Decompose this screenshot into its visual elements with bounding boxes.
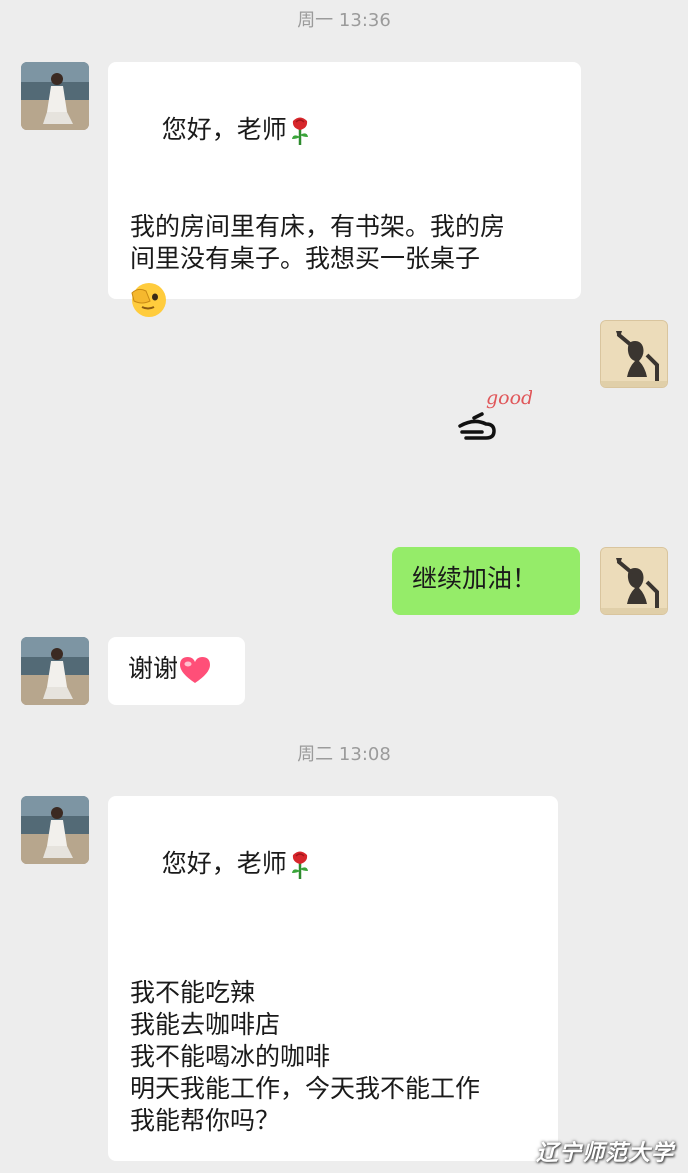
message-1-line-4: 间里没有桌子。我想买一张桌子 — [130, 244, 481, 273]
message-5-line-4: 我能去咖啡店 — [130, 1010, 281, 1039]
message-1-line-3: 我的房间里有床，有书架。我的房 — [130, 212, 506, 241]
rose-icon — [291, 117, 308, 145]
timestamp-tuesday: 周二 13:08 — [297, 744, 391, 765]
teacher-silhouette-icon — [601, 321, 667, 387]
student-photo-icon — [21, 637, 89, 705]
teacher-avatar[interactable] — [600, 320, 668, 388]
message-4-text: 谢谢 — [128, 654, 179, 683]
student-photo-icon — [21, 796, 89, 864]
timestamp-monday: 周一 13:36 — [297, 10, 391, 31]
message-3-text: 继续加油！ — [412, 564, 538, 593]
cover-eye-emoji-icon — [131, 283, 166, 317]
message-bubble-3[interactable]: 继续加油！ — [392, 547, 580, 615]
message-bubble-1[interactable]: 您好，老师 我的房间里有床，有书架。我的房 间里没有桌子。我想买一张桌子 — [108, 62, 581, 317]
message-5-line-7: 我能帮你吗？ — [130, 1106, 281, 1135]
student-photo-icon — [21, 62, 89, 130]
student-avatar[interactable] — [21, 796, 89, 864]
student-avatar[interactable] — [21, 637, 89, 705]
heart-icon — [180, 657, 211, 683]
message-5-line-3: 我不能吃辣 — [130, 978, 256, 1007]
rose-icon — [291, 851, 308, 879]
good-sticker[interactable]: good — [452, 384, 533, 448]
sticker-good-text: good — [486, 387, 532, 409]
message-5-line-6: 明天我能工作，今天我不能工作 — [130, 1074, 481, 1103]
teacher-avatar[interactable] — [600, 547, 668, 615]
message-1-line-1: 您好，老师 — [161, 115, 287, 144]
message-bubble-5[interactable]: 您好，老师 我不能吃辣 我能去咖啡店 我不能喝冰的咖啡 明天我能工作，今天我不能… — [108, 796, 558, 1161]
message-5-line-1: 您好，老师 — [161, 849, 287, 878]
message-5-line-5: 我不能喝冰的咖啡 — [130, 1042, 331, 1071]
teacher-silhouette-icon — [601, 548, 667, 614]
student-avatar[interactable] — [21, 62, 89, 130]
message-bubble-4[interactable]: 谢谢 — [108, 637, 245, 705]
watermark: 辽宁师范大学 — [535, 1141, 674, 1166]
